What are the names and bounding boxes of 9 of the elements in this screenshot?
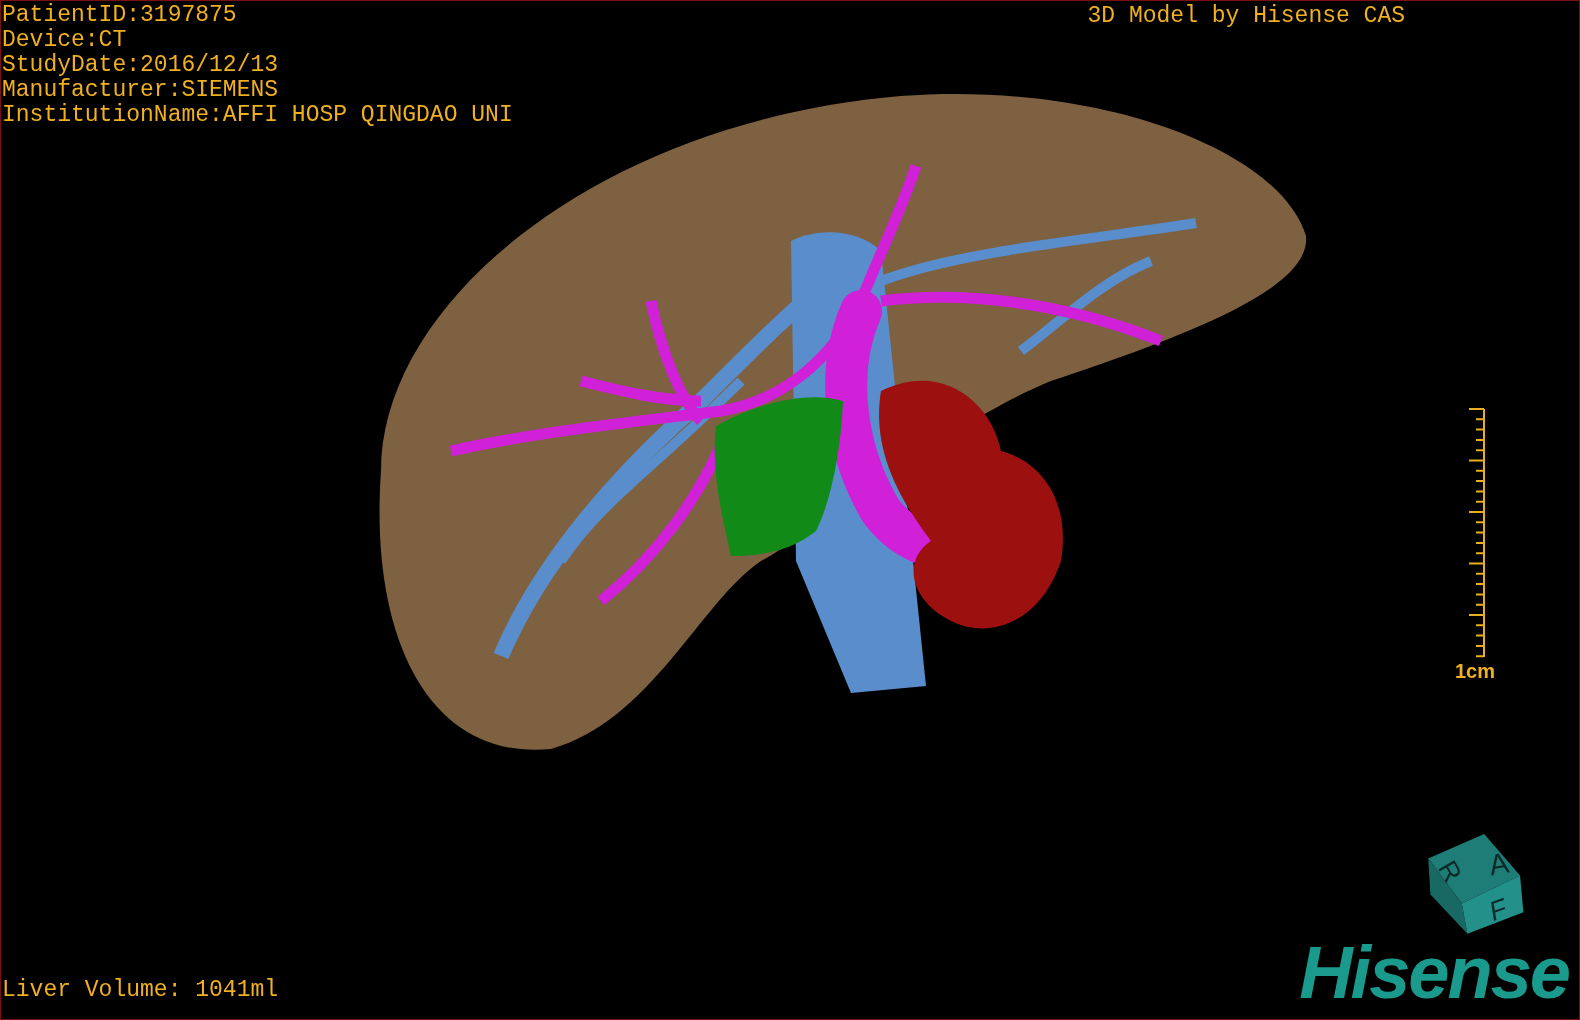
scale-label: 1cm <box>1454 660 1495 682</box>
brand-logo: Hisense <box>1299 933 1570 1013</box>
info-text: PatientID:3197875 <box>2 3 238 28</box>
info-text: InstitutionName:AFFI HOSP QINGDAO UNI <box>2 103 514 128</box>
viewer-title: 3D Model by Hisense CAS <box>1087 2 1406 31</box>
info-text: Manufacturer:SIEMENS <box>2 78 280 103</box>
info-text: StudyDate:2016/12/13 <box>2 53 280 78</box>
volume-text: Liver Volume: 1041ml <box>1 978 280 1005</box>
info-text: Device:CT <box>2 28 128 53</box>
